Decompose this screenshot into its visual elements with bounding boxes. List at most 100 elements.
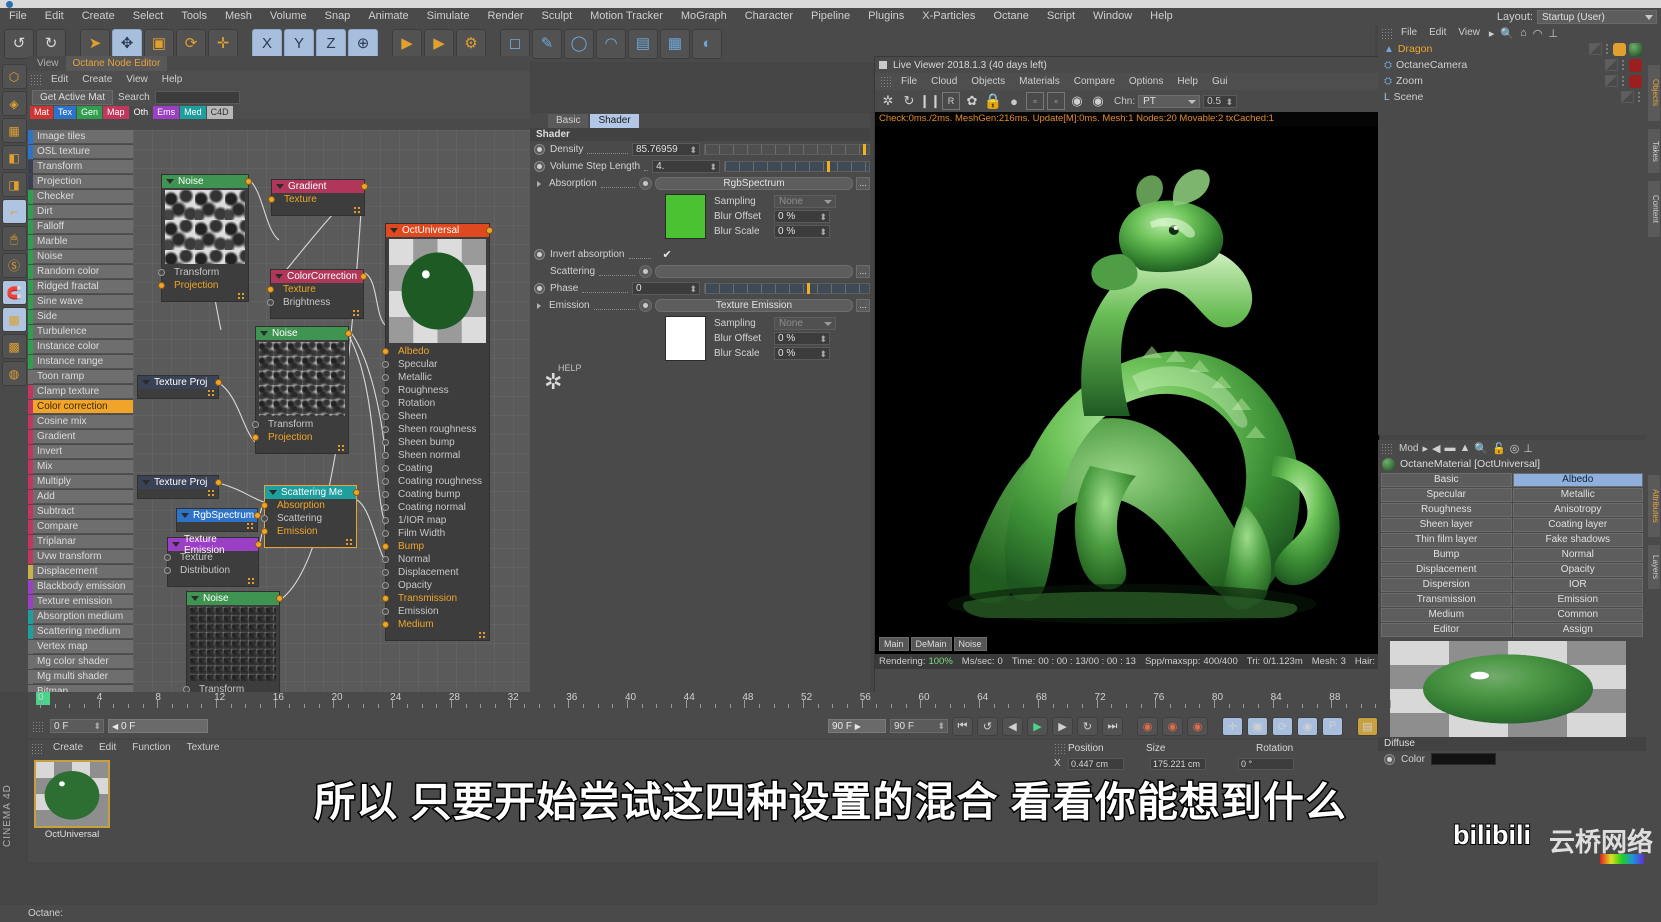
object-row[interactable]: L Scene (1378, 89, 1646, 105)
menu-item-tools[interactable]: Tools (172, 8, 216, 25)
points-mode-icon[interactable]: ⬡ (1, 64, 27, 89)
node-port-row[interactable]: Absorption (261, 499, 356, 512)
lv-menu-file[interactable]: File (894, 73, 924, 90)
timeline-ruler[interactable]: 0 4 8 12 16 20 24 28 32 36 40 44 48 52 56 60 64 68 72 76 80 8… (28, 692, 1391, 714)
position-lock-button[interactable]: ✛ (1222, 716, 1243, 736)
tag-material-tag[interactable] (1629, 42, 1642, 56)
emission-shader-button[interactable]: Texture Emission (655, 299, 853, 312)
search-input[interactable] (154, 90, 240, 104)
object-row[interactable]: ▲ Dragon (1378, 41, 1646, 57)
node-list-item[interactable]: Instance color (28, 339, 133, 354)
om-menu-view[interactable]: View (1452, 25, 1486, 41)
end-frame-display[interactable]: 90 F ▶ (828, 719, 886, 733)
port-dot[interactable] (382, 582, 389, 589)
node-header[interactable]: Texture Emission (168, 534, 262, 556)
previous-key-button[interactable]: ↺ (977, 716, 998, 736)
port-dot[interactable] (267, 286, 274, 293)
port-dot[interactable] (382, 504, 389, 511)
node-port-row[interactable]: Texture (164, 551, 258, 564)
menu-item-octane[interactable]: Octane (984, 8, 1037, 25)
collapse-triangle-icon[interactable] (390, 228, 398, 233)
texture-mode-icon[interactable]: ⌐ (1, 199, 27, 224)
node-list-item[interactable]: Mix (28, 459, 133, 474)
floor-button[interactable]: ▤ (628, 28, 658, 59)
port-dot[interactable] (164, 567, 171, 574)
node-list-item[interactable]: Multiply (28, 474, 133, 489)
node-output-port[interactable] (360, 273, 367, 280)
object-row[interactable]: ⛭ OctaneCamera (1378, 57, 1646, 73)
channel-basic[interactable]: Basic (1381, 473, 1512, 487)
menu-item-create[interactable]: Create (73, 8, 124, 25)
port-dot[interactable] (261, 502, 268, 509)
node-port-row[interactable]: Scattering (261, 512, 356, 525)
diffuse-color-swatch[interactable] (1430, 753, 1496, 765)
point-level-button[interactable]: ▤ (1357, 716, 1378, 736)
channel-opacity[interactable]: Opacity (1512, 563, 1643, 577)
node-resize-handle[interactable] (345, 538, 353, 546)
back-arrow-icon[interactable]: ◀ (1432, 442, 1440, 455)
node-port-row[interactable]: Transform (252, 418, 348, 431)
channel-assign[interactable]: Assign (1512, 623, 1643, 637)
node-output-port[interactable] (215, 379, 222, 386)
attribute-tab-shader[interactable]: Shader (590, 114, 639, 128)
port-dot[interactable] (261, 515, 268, 522)
target-icon[interactable]: ◎ (1510, 442, 1520, 455)
current-frame-input[interactable]: 0 F ⬍ (50, 719, 104, 733)
array-button[interactable]: ◯ (564, 28, 594, 59)
emission-color-swatch[interactable] (665, 316, 706, 361)
viewport-tab-noise[interactable]: Noise (953, 637, 987, 651)
node-list-item[interactable]: Random color (28, 264, 133, 279)
snap-icon[interactable]: 🧲 (1, 280, 27, 305)
mm-menu-edit[interactable]: Edit (91, 740, 124, 756)
edges-mode-icon[interactable]: ◈ (1, 91, 27, 116)
node-port-row[interactable]: Roughness (382, 384, 489, 397)
graph-node-colorcorrection[interactable]: ColorCorrection Texture Brightness (267, 269, 367, 319)
node-header[interactable]: Noise (256, 327, 352, 340)
node-list-item[interactable]: Clamp texture (28, 384, 133, 399)
collapse-triangle-icon[interactable] (181, 513, 189, 518)
category-ems[interactable]: Ems (153, 106, 180, 119)
channel-albedo[interactable]: Albedo (1512, 473, 1643, 487)
channel-specular[interactable]: Specular (1381, 488, 1512, 502)
node-list-item[interactable]: Projection (28, 174, 133, 189)
scale-lock-button[interactable]: ▣ (1247, 716, 1268, 736)
graph-node-textureproj1[interactable]: Texture Proj (137, 375, 222, 399)
node-list-item[interactable]: Turbulence (28, 324, 133, 339)
render-settings-button[interactable]: ⚙ (456, 28, 486, 59)
node-port-row[interactable]: Brightness (267, 296, 363, 309)
next-key-button[interactable]: ↻ (1077, 716, 1098, 736)
step-back-button[interactable]: ◀ (1002, 716, 1023, 736)
mm-menu-create[interactable]: Create (45, 740, 91, 756)
mm-menu-function[interactable]: Function (124, 740, 178, 756)
world-coordinates-button[interactable]: ⊕ (348, 28, 378, 59)
end-frame-input[interactable]: 90 F ⬍ (890, 719, 948, 733)
param-lock-button[interactable]: ◉ (1297, 716, 1318, 736)
node-menu-edit[interactable]: Edit (44, 71, 75, 88)
menu-item-script[interactable]: Script (1038, 8, 1084, 25)
play-button[interactable]: ▶ (1027, 716, 1048, 736)
restart-render-icon[interactable]: ↻ (900, 92, 918, 110)
blur-offset-spinner-icon[interactable]: ⬍ (819, 333, 827, 345)
absorption-expand-icon[interactable] (537, 180, 541, 187)
node-list-item[interactable]: Add (28, 489, 133, 504)
node-port-row[interactable]: Opacity (382, 579, 489, 592)
node-port-row[interactable]: Transmission (382, 592, 489, 605)
frame-spinner-icon[interactable]: ⬍ (93, 720, 101, 732)
node-port-row[interactable]: Sheen (382, 410, 489, 423)
autokey-button[interactable]: ◉ (1162, 716, 1183, 736)
node-list-item[interactable]: Scattering medium (28, 624, 133, 639)
port-dot[interactable] (252, 421, 259, 428)
node-port-row[interactable]: Bump (382, 540, 489, 553)
lock-icon[interactable]: 🔒 (984, 92, 1003, 110)
visibility-toggle[interactable] (1621, 91, 1634, 103)
om-menu-file[interactable]: File (1395, 25, 1423, 41)
blur-scale-spinner-icon[interactable]: ⬍ (819, 348, 827, 360)
node-output-port[interactable] (254, 512, 261, 519)
end-frame-spinner-icon[interactable]: ⬍ (937, 720, 945, 732)
polygons-mode-icon[interactable]: ▦ (1, 118, 27, 143)
node-port-row[interactable]: Emission (382, 605, 489, 618)
frame-range-field[interactable]: ◀ 0 F (108, 719, 208, 733)
get-active-mat-button[interactable]: Get Active Mat (32, 89, 114, 105)
absorption-blur-scale-input[interactable]: 0 % ⬍ (774, 225, 830, 238)
channel-normal[interactable]: Normal (1512, 548, 1643, 562)
